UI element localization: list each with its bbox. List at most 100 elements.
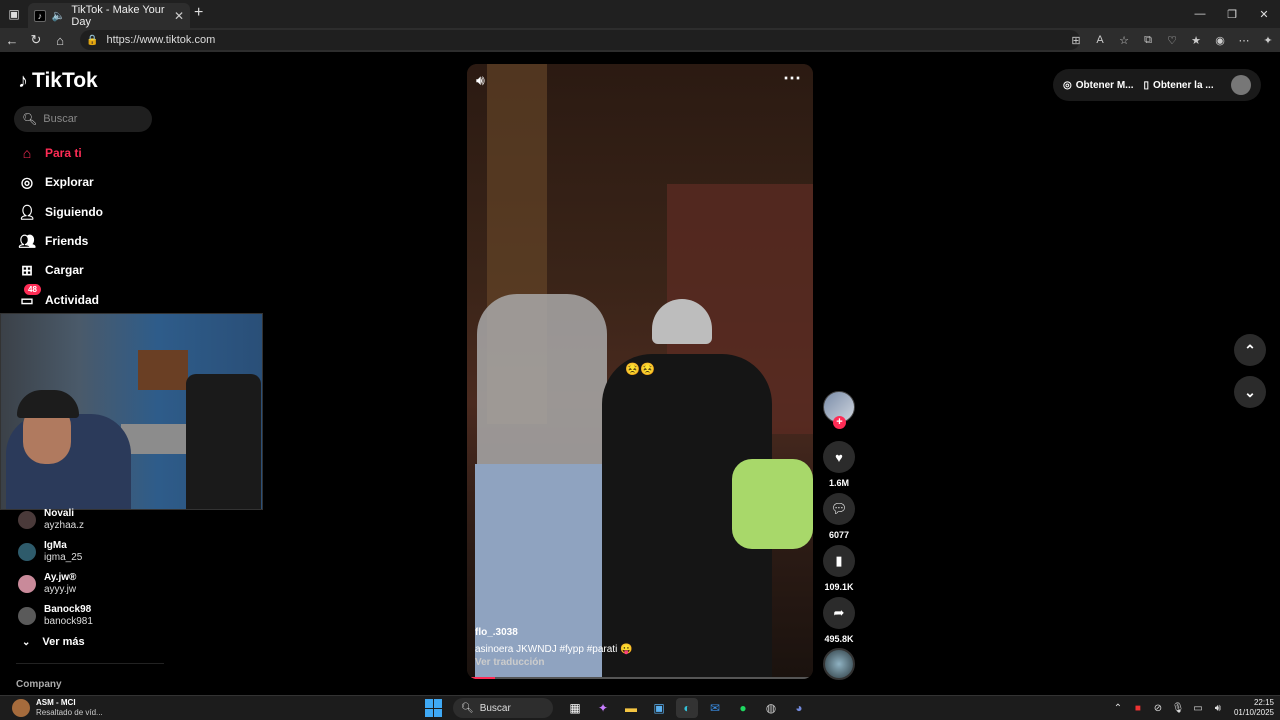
follow-plus-icon[interactable]: + <box>833 416 846 429</box>
browser-essentials-icon[interactable]: ♡ <box>1160 34 1184 47</box>
sidebar-item-friends[interactable]: 👥︎ Friends <box>18 230 88 252</box>
webcam-overlay <box>0 313 263 510</box>
task-view-icon[interactable]: ▦ <box>564 698 586 718</box>
ver-mas-label: Ver más <box>42 636 85 648</box>
get-app-button[interactable]: ▯ Obtener la ... <box>1144 80 1214 91</box>
video-username[interactable]: flo_.3038 <box>475 627 518 638</box>
next-video-button[interactable]: ⌄ <box>1234 376 1266 408</box>
avatar <box>18 607 36 625</box>
sidebar-item-label: Explorar <box>45 175 94 189</box>
share-button[interactable]: ➦ <box>823 597 855 629</box>
browser-tab[interactable]: ♪ 🔈 TikTok - Make Your Day ✕ <box>28 3 190 28</box>
sidebar-item-label: Para ti <box>45 146 82 160</box>
outlook-icon[interactable]: ✉ <box>704 698 726 718</box>
compass-icon: ◎ <box>20 173 34 190</box>
account-handle: banock981 <box>44 616 93 627</box>
company-link[interactable]: Company <box>16 679 62 690</box>
app-available-icon[interactable]: ⊞ <box>1064 34 1088 47</box>
address-bar[interactable]: 🔒 https://www.tiktok.com <box>80 30 1080 50</box>
ver-mas-button[interactable]: ⌄ Ver más <box>22 636 85 648</box>
sidebar-item-actividad[interactable]: ▭ 48 Actividad <box>18 284 99 311</box>
taskbar-search[interactable]: 🔍︎ Buscar <box>453 698 553 718</box>
record-icon[interactable]: ■ <box>1128 703 1148 714</box>
suggested-account[interactable]: Ay.jw® ayyy.jw <box>18 572 76 596</box>
spotify-icon[interactable]: ● <box>732 698 754 718</box>
volume-tray-icon[interactable]: 🔊︎ <box>1208 703 1228 714</box>
windows-start-icon[interactable] <box>425 699 443 717</box>
taskbar-search-label: Buscar <box>479 702 511 714</box>
search-input[interactable] <box>43 113 144 125</box>
sidebar-item-siguiendo[interactable]: 👤︎ Siguiendo <box>18 201 103 223</box>
favorites-icon[interactable]: ★ <box>1184 34 1208 47</box>
restore-button[interactable]: ❐ <box>1216 0 1248 28</box>
video-progress-bar[interactable] <box>467 677 813 679</box>
close-tab-icon[interactable]: ✕ <box>174 9 184 23</box>
lock-icon[interactable]: 🔒 <box>86 35 98 46</box>
bookmark-icon: ▮ <box>835 553 843 568</box>
sidebar-item-explorar[interactable]: ◎ Explorar <box>18 171 94 193</box>
clock[interactable]: 22:15 01/10/2025 <box>1234 698 1274 718</box>
taskbar-apps: 🔍︎ Buscar ▦ ✦ ▬ ▣ ◐ ✉ ● ◍ ◕ <box>425 698 813 718</box>
translate-link[interactable]: Ver traducción <box>475 657 544 668</box>
refresh-button[interactable]: ↻ <box>24 28 48 52</box>
browser-tab-bar: ▣ ♪ 🔈 TikTok - Make Your Day ✕ + — ❐ ✕ <box>0 0 1280 28</box>
profile-avatar[interactable] <box>1231 75 1251 95</box>
search-box[interactable]: 🔍︎ <box>14 106 152 132</box>
home-button[interactable]: ⌂ <box>48 28 72 52</box>
suggested-account[interactable]: Novali ayzhaa.z <box>18 508 84 532</box>
share-icon: ➦ <box>833 605 845 620</box>
more-menu-icon[interactable]: ⋯ <box>1232 34 1256 47</box>
read-aloud-icon[interactable]: A <box>1088 34 1112 46</box>
back-button[interactable]: ← <box>0 28 24 52</box>
sidebar-item-cargar[interactable]: ⊞ Cargar <box>18 259 84 281</box>
microphone-icon[interactable]: 🎙︎ <box>1168 703 1188 714</box>
windows-taskbar: ASM - MCI Resaltado de víd... 🔍︎ Buscar … <box>0 695 1280 720</box>
account-name: IgMa <box>44 540 67 551</box>
video-overlay-emoji: 😣😣 <box>625 362 655 376</box>
get-coins-button[interactable]: ◎ Obtener M... <box>1063 80 1134 91</box>
sidebar-item-para-ti[interactable]: ⌂ Para ti <box>18 142 82 164</box>
discord-icon[interactable]: ◕ <box>788 698 810 718</box>
chevron-up-icon[interactable]: ⌃ <box>1108 703 1128 714</box>
upload-icon: ⊞ <box>21 261 33 278</box>
clock-date: 01/10/2025 <box>1233 708 1274 717</box>
previous-video-button[interactable]: ⌃ <box>1234 334 1266 366</box>
logo-text: TikTok <box>32 69 98 92</box>
new-tab-button[interactable]: + <box>194 4 203 22</box>
tiktok-logo[interactable]: ♪ TikTok <box>18 69 98 93</box>
copilot-app-icon[interactable]: ✦ <box>592 698 614 718</box>
close-window-button[interactable]: ✕ <box>1248 0 1280 28</box>
profile-icon[interactable]: ◉ <box>1208 34 1232 47</box>
minimize-button[interactable]: — <box>1184 0 1216 28</box>
video-player[interactable]: 😣😣 🔊︎ ⋯ flo_.3038 asinoera JKWNDJ #fypp … <box>467 64 813 679</box>
search-icon: 🔍︎ <box>461 702 474 714</box>
comment-button[interactable]: 💬︎ <box>823 493 855 525</box>
tiktok-favicon-icon: ♪ <box>34 9 46 22</box>
window-controls: — ❐ ✕ <box>1184 0 1280 28</box>
save-button[interactable]: ▮ <box>823 545 855 577</box>
speaker-icon: 🔈 <box>51 10 66 22</box>
clock-time: 22:15 <box>1253 698 1274 707</box>
edge-icon[interactable]: ◐ <box>676 698 698 718</box>
account-handle: ayyy.jw <box>44 584 77 595</box>
store-icon[interactable]: ▣ <box>648 698 670 718</box>
sidebar-item-label: Siguiendo <box>45 205 103 219</box>
media-title: ASM - MCI <box>36 698 76 707</box>
avatar <box>18 511 36 529</box>
steam-icon[interactable]: ◍ <box>760 698 782 718</box>
extensions-icon[interactable]: ⧉ <box>1136 34 1160 47</box>
display-icon[interactable]: ▭ <box>1188 703 1208 714</box>
suggested-account[interactable]: Banock98 banock981 <box>18 604 93 628</box>
favorite-star-icon[interactable]: ☆ <box>1112 34 1136 47</box>
like-button[interactable]: ♥ <box>823 441 855 473</box>
copilot-icon[interactable]: ✦ <box>1256 34 1280 47</box>
music-disc[interactable] <box>823 648 855 680</box>
get-app-label: Obtener la ... <box>1153 79 1214 91</box>
more-options-icon[interactable]: ⋯ <box>783 68 801 89</box>
tab-actions-icon[interactable]: ▣ <box>0 0 28 28</box>
volume-icon[interactable]: 🔊︎ <box>476 72 485 89</box>
taskbar-media-widget[interactable]: ASM - MCI Resaltado de víd... <box>12 698 103 718</box>
suggested-account[interactable]: IgMa igma_25 <box>18 540 82 564</box>
network-off-icon[interactable]: ⊘ <box>1148 703 1168 714</box>
file-explorer-icon[interactable]: ▬ <box>620 698 642 718</box>
